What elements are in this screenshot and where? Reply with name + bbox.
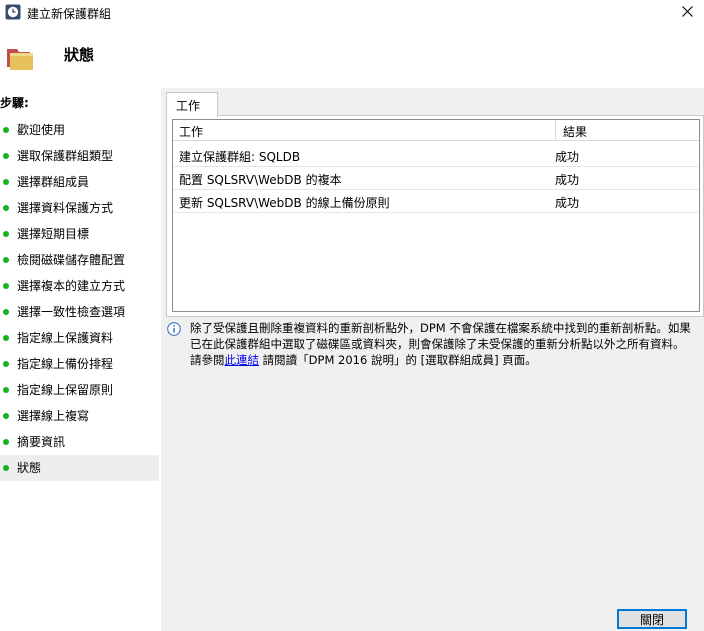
info-message: 除了受保護且刪除重複資料的重新剖析點外，DPM 不會保護在檔案系統中找到的重新剖… [190,320,695,368]
step-complete-icon [3,231,9,237]
step-online-backup-schedule: 指定線上備份排程 [0,351,159,377]
step-select-group-type: 選取保護群組類型 [0,143,159,169]
page-title: 狀態 [64,46,95,64]
step-select-members: 選擇群組成員 [0,169,159,195]
step-list: 歡迎使用 選取保護群組類型 選擇群組成員 選擇資料保護方式 選擇短期目標 檢閱磁… [0,117,159,481]
main-panel: 工作 工作 結果 建立保護群組: SQLDB 成功 配置 SQLSRV\WebD… [161,88,704,631]
steps-sidebar: 步驟: 歡迎使用 選取保護群組類型 選擇群組成員 選擇資料保護方式 選擇短期目標… [0,88,159,631]
wizard-header: 狀態 [0,26,704,88]
close-button[interactable]: 關閉 [617,609,687,629]
step-complete-icon [3,309,9,315]
folder-icon [7,49,33,70]
steps-label: 步驟: [0,96,29,110]
help-link[interactable]: 此連結 [225,353,260,367]
close-icon [682,6,693,17]
tab-tasks[interactable]: 工作 [166,92,218,117]
step-welcome: 歡迎使用 [0,117,159,143]
step-status: 狀態 [0,455,159,481]
step-disk-allocation: 檢閱磁碟儲存體配置 [0,247,159,273]
step-data-protection-method: 選擇資料保護方式 [0,195,159,221]
info-line-help: 請參閱此連結 請閱讀「DPM 2016 說明」的 [選取群組成員] 頁面。 [190,353,537,367]
column-header-result[interactable]: 結果 [563,123,587,140]
info-line-reparse: 除了受保護且刪除重複資料的重新剖析點外，DPM 不會保護在檔案系統中找到的重新剖… [190,321,691,351]
step-online-replication: 選擇線上複寫 [0,403,159,429]
step-complete-icon [3,179,9,185]
step-online-protection-data: 指定線上保護資料 [0,325,159,351]
step-complete-icon [3,439,9,445]
clock-icon [5,4,21,20]
table-row[interactable]: 更新 SQLSRV\WebDB 的線上備份原則 成功 [173,190,699,213]
step-complete-icon [3,413,9,419]
task-grid[interactable]: 工作 結果 建立保護群組: SQLDB 成功 配置 SQLSRV\WebDB 的… [172,119,700,312]
step-short-term-goals: 選擇短期目標 [0,221,159,247]
info-icon [167,322,181,336]
step-complete-icon [3,205,9,211]
table-row[interactable]: 建立保護群組: SQLDB 成功 [173,144,699,167]
column-header-task[interactable]: 工作 [179,123,203,140]
column-divider[interactable] [555,120,556,140]
step-complete-icon [3,387,9,393]
step-consistency-check: 選擇一致性檢查選項 [0,299,159,325]
step-complete-icon [3,465,9,471]
window-title: 建立新保護群組 [27,7,112,21]
table-row[interactable]: 配置 SQLSRV\WebDB 的複本 成功 [173,167,699,190]
step-complete-icon [3,335,9,341]
step-complete-icon [3,127,9,133]
step-complete-icon [3,361,9,367]
step-summary: 摘要資訊 [0,429,159,455]
step-replica-creation: 選擇複本的建立方式 [0,273,159,299]
step-complete-icon [3,257,9,263]
title-bar: 建立新保護群組 [0,0,704,26]
grid-header: 工作 結果 [173,120,699,141]
tab-panel-tasks: 工作 結果 建立保護群組: SQLDB 成功 配置 SQLSRV\WebDB 的… [166,115,704,317]
window-close-button[interactable] [670,0,704,26]
step-complete-icon [3,153,9,159]
step-online-retention-policy: 指定線上保留原則 [0,377,159,403]
step-complete-icon [3,283,9,289]
